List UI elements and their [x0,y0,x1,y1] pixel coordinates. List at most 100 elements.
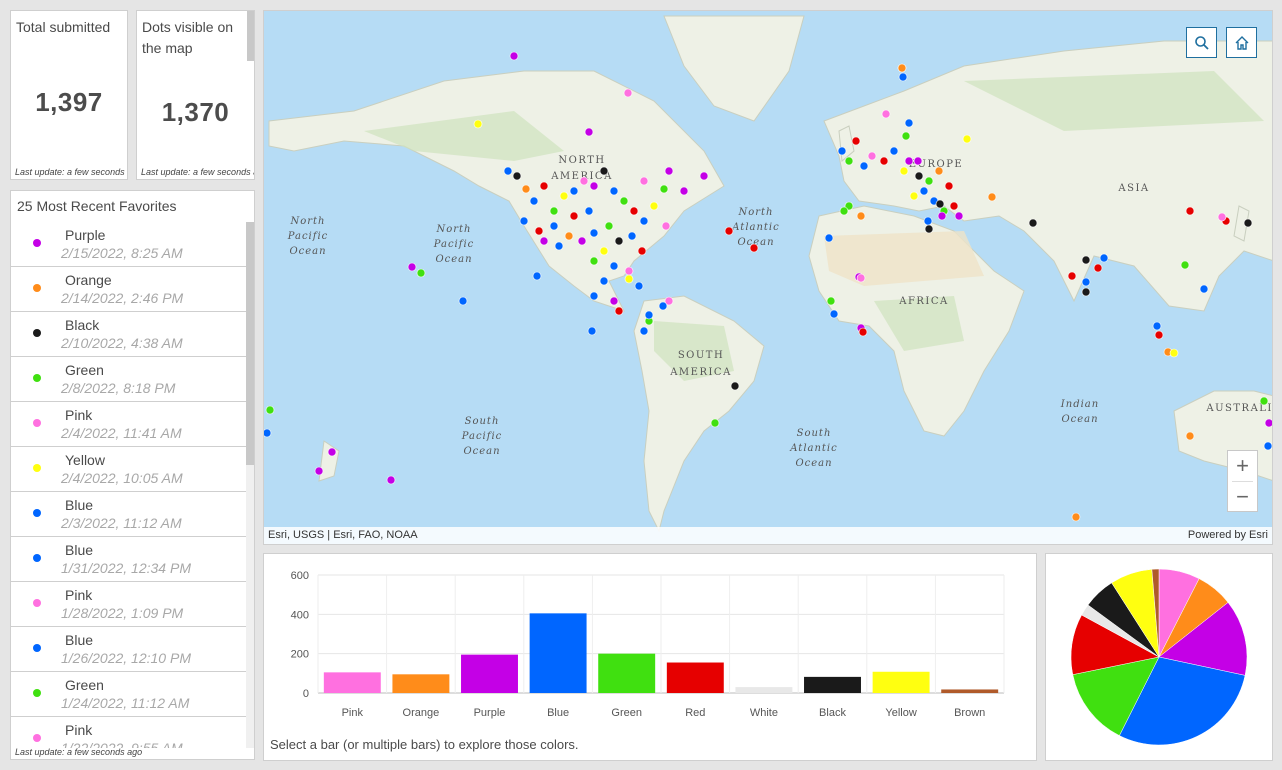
list-scrollbar-thumb[interactable] [246,222,254,465]
submission-dot[interactable] [658,301,668,311]
submission-dot[interactable] [521,184,531,194]
submission-dot[interactable] [589,228,599,238]
submission-dot[interactable] [923,216,933,226]
submission-dot[interactable] [661,221,671,231]
search-button[interactable] [1186,27,1217,58]
submission-dot[interactable] [1243,218,1253,228]
submission-dot[interactable] [1185,431,1195,441]
color-bar-chart[interactable]: 0 200 400 600 Pink Orange Purple Blue Green Red Wh… [264,554,1036,734]
submission-dot[interactable] [599,166,609,176]
list-item[interactable]: Yellow 2/4/2022, 10:05 AM [11,447,249,492]
submission-dot[interactable] [913,156,923,166]
submission-dot[interactable] [829,309,839,319]
submission-dot[interactable] [604,221,614,231]
submission-dot[interactable] [924,176,934,186]
submission-dot[interactable] [627,231,637,241]
submission-dot[interactable] [549,206,559,216]
submission-dot[interactable] [634,281,644,291]
list-item[interactable]: Blue 1/26/2022, 12:10 PM [11,627,249,672]
submission-dot[interactable] [1093,263,1103,273]
submission-dot[interactable] [1099,253,1109,263]
world-map[interactable]: NORTH AMERICA EUROPE ASIA AFRICA SOUTH A… [264,11,1273,545]
submission-dot[interactable] [554,241,564,251]
submission-dot[interactable] [1259,396,1269,406]
submission-dot[interactable] [512,171,522,181]
submission-dot[interactable] [899,166,909,176]
submission-dot[interactable] [730,381,740,391]
submission-dot[interactable] [549,221,559,231]
submission-dot[interactable] [584,127,594,137]
submission-dot[interactable] [839,206,849,216]
submission-dot[interactable] [599,246,609,256]
submission-dot[interactable] [949,201,959,211]
submission-dot[interactable] [639,216,649,226]
submission-dot[interactable] [914,171,924,181]
submission-dot[interactable] [539,181,549,191]
bar-black[interactable] [804,676,861,693]
submission-dot[interactable] [937,211,947,221]
submission-dot[interactable] [569,186,579,196]
attribution-powered-by[interactable]: Powered by Esri [1188,529,1268,541]
home-button[interactable] [1226,27,1257,58]
submission-dot[interactable] [859,161,869,171]
color-pie-chart[interactable] [1046,554,1272,760]
submission-dot[interactable] [919,186,929,196]
attribution-sources[interactable]: Esri, USGS | Esri, FAO, NOAA [268,529,418,541]
submission-dot[interactable] [564,231,574,241]
submission-dot[interactable] [639,176,649,186]
submission-dot[interactable] [584,206,594,216]
zoom-in-button[interactable]: + [1228,451,1257,481]
submission-dot[interactable] [889,146,899,156]
submission-dot[interactable] [851,136,861,146]
submission-dot[interactable] [856,211,866,221]
submission-dot[interactable] [1152,321,1162,331]
submission-dot[interactable] [509,51,519,61]
submission-dot[interactable] [599,276,609,286]
submission-dot[interactable] [944,181,954,191]
zoom-out-button[interactable]: − [1228,482,1257,512]
submission-dot[interactable] [898,72,908,82]
list-item[interactable]: Blue 1/31/2022, 12:34 PM [11,537,249,582]
submission-dot[interactable] [1071,512,1081,522]
list-item[interactable]: Purple 2/15/2022, 8:25 AM [11,222,249,267]
submission-dot[interactable] [519,216,529,226]
submission-dot[interactable] [699,171,709,181]
submission-dot[interactable] [1081,287,1091,297]
submission-dot[interactable] [879,156,889,166]
bar-green[interactable] [598,653,656,693]
submission-dot[interactable] [904,118,914,128]
bar-purple[interactable] [461,654,518,693]
submission-dot[interactable] [503,166,513,176]
submission-dot[interactable] [844,156,854,166]
submission-dot[interactable] [1180,260,1190,270]
submission-dot[interactable] [824,233,834,243]
submission-dot[interactable] [935,199,945,209]
list-item[interactable]: Blue 2/3/2022, 11:12 AM [11,492,249,537]
submission-dot[interactable] [1028,218,1038,228]
submission-dot[interactable] [407,262,417,272]
submission-dot[interactable] [629,206,639,216]
submission-dot[interactable] [1217,212,1227,222]
submission-dot[interactable] [710,418,720,428]
submission-dot[interactable] [649,201,659,211]
bar-yellow[interactable] [872,671,930,693]
submission-dot[interactable] [1154,330,1164,340]
submission-dot[interactable] [587,326,597,336]
submission-dot[interactable] [724,226,734,236]
submission-dot[interactable] [569,211,579,221]
submission-dot[interactable] [1081,277,1091,287]
submission-dot[interactable] [639,326,649,336]
submission-dot[interactable] [1185,206,1195,216]
map-panel[interactable]: NORTH AMERICA EUROPE ASIA AFRICA SOUTH A… [263,10,1273,545]
submission-dot[interactable] [609,186,619,196]
list-item[interactable]: Pink 1/28/2022, 1:09 PM [11,582,249,627]
submission-dot[interactable] [589,256,599,266]
submission-dot[interactable] [534,226,544,236]
submission-dot[interactable] [659,184,669,194]
submission-dot[interactable] [589,181,599,191]
submission-dot[interactable] [909,191,919,201]
submission-dot[interactable] [962,134,972,144]
list-item[interactable]: Orange 2/14/2022, 2:46 PM [11,267,249,312]
submission-dot[interactable] [623,88,633,98]
submission-dot[interactable] [749,243,759,253]
